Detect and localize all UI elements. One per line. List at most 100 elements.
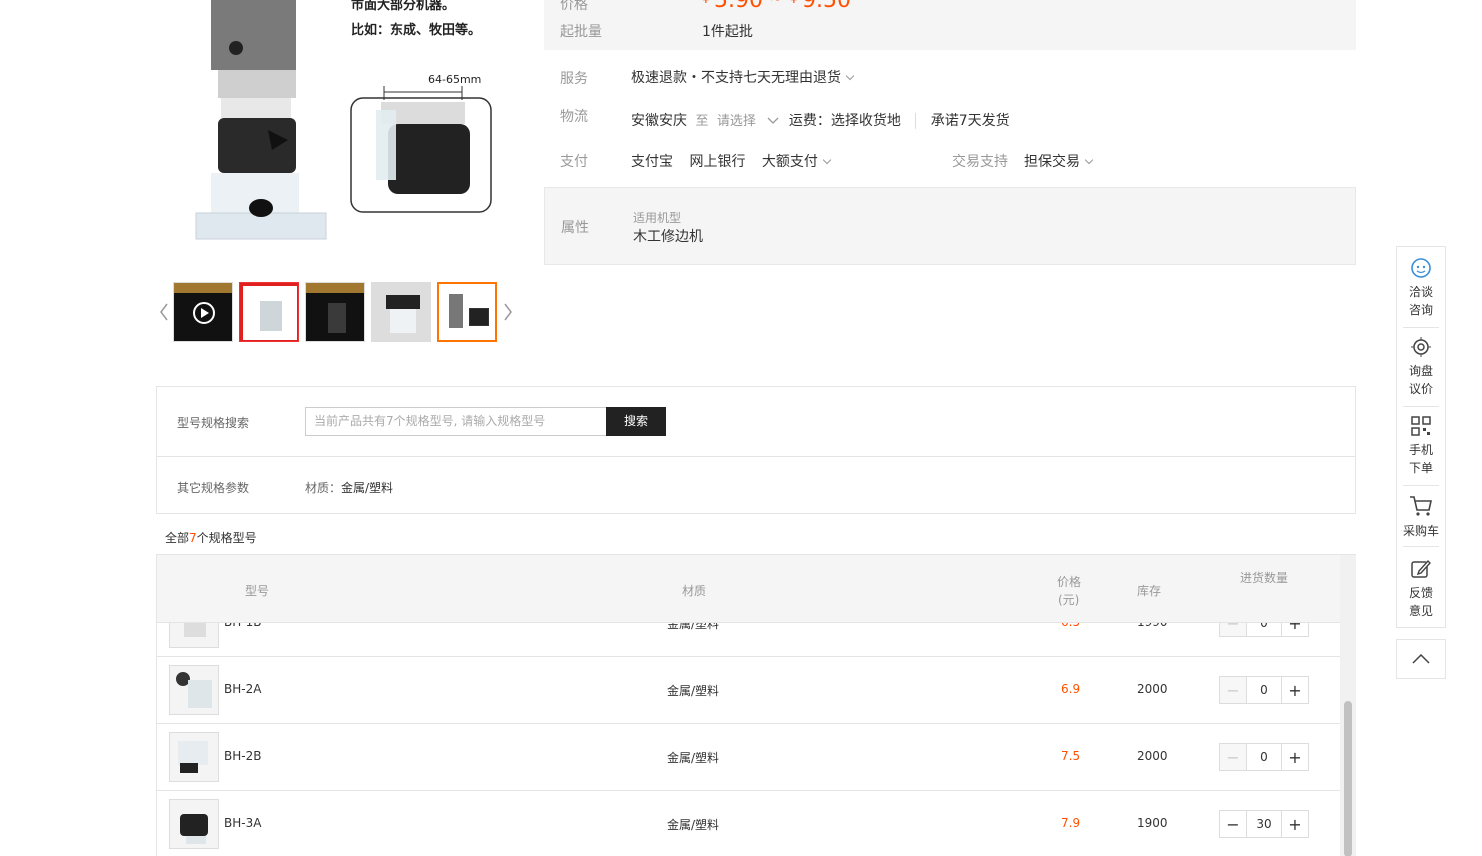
thumbnail-5-active[interactable] <box>437 282 497 342</box>
row-model: BH-2B <box>224 749 262 763</box>
chat-label-1: 洽谈 <box>1408 285 1433 299</box>
other-spec-value[interactable]: 金属/塑料 <box>341 479 393 496</box>
service-dropdown[interactable]: 极速退款・不支持七天无理由退货 <box>631 67 855 87</box>
chat-icon <box>1411 258 1431 278</box>
row-model: BH-2A <box>224 682 262 696</box>
inquiry-label-2: 议价 <box>1408 382 1433 396</box>
product-thumbnail[interactable] <box>169 665 219 715</box>
price-panel: 价格 ¥ 5.90 ~ ¥ 9.50 起批量 1件起批 <box>544 0 1356 50</box>
price-max-currency: ¥ <box>790 0 798 6</box>
chevron-down-icon <box>845 71 855 81</box>
attributes-label: 属性 <box>561 220 589 236</box>
decrease-button[interactable]: − <box>1219 676 1247 704</box>
thumbnail-4[interactable] <box>371 282 431 342</box>
image-caption-line1: 市面大部分机器。 <box>351 0 456 13</box>
back-to-top-button[interactable] <box>1396 639 1446 679</box>
divider <box>157 456 1355 457</box>
thumbnail-video[interactable] <box>173 282 233 342</box>
mobile-label-2: 下单 <box>1408 461 1433 475</box>
moq-label: 起批量 <box>560 24 602 40</box>
row-material: 金属/塑料 <box>667 751 720 765</box>
service-value: 极速退款・不支持七天无理由退货 <box>631 70 841 86</box>
header-price-unit: (元) <box>1058 593 1080 607</box>
spec-count-suffix: 个规格型号 <box>196 531 257 545</box>
thumbnail-next-button[interactable] <box>500 282 516 342</box>
logistics-to: 至 <box>695 114 709 129</box>
payment-methods: 支付宝 网上银行 大额支付 <box>631 151 832 171</box>
divider <box>1403 327 1439 328</box>
chat-label-2: 咨询 <box>1408 303 1433 317</box>
edit-icon <box>1411 559 1431 578</box>
thumbnail-2[interactable] <box>239 282 299 342</box>
row-stock: 1900 <box>1137 816 1168 830</box>
quantity-input[interactable]: 0 <box>1247 676 1281 704</box>
header-price: 价格 <box>1057 575 1082 589</box>
increase-button[interactable]: + <box>1281 810 1309 838</box>
mobile-label-1: 手机 <box>1408 443 1433 457</box>
image-caption-line2: 比如：东成、牧田等。 <box>351 23 482 38</box>
decrease-button[interactable]: − <box>1219 810 1247 838</box>
row-stock: 2000 <box>1137 682 1168 696</box>
feedback-label-1: 反馈 <box>1408 586 1433 600</box>
header-stock: 库存 <box>1137 584 1162 598</box>
logistics-label: 物流 <box>560 109 588 125</box>
header-quantity: 进货数量 <box>1240 571 1289 585</box>
divider <box>1403 546 1439 547</box>
quantity-stepper: − 0 + <box>1219 743 1310 771</box>
table-scrollbar[interactable] <box>1340 555 1356 856</box>
payment-alipay: 支付宝 <box>631 154 673 170</box>
delivery-promise: 承诺7天发货 <box>930 113 1010 129</box>
other-spec-label: 其它规格参数 <box>177 481 250 495</box>
scrollbar-thumb[interactable] <box>1344 701 1352 856</box>
chat-consult-button[interactable]: 洽谈 咨询 <box>1397 257 1445 319</box>
quantity-stepper: − 0 + <box>1219 676 1310 704</box>
target-icon <box>1411 337 1431 357</box>
row-material: 金属/塑料 <box>667 684 720 698</box>
product-thumbnail[interactable] <box>169 732 219 782</box>
increase-button[interactable]: + <box>1281 676 1309 704</box>
mobile-order-button[interactable]: 手机 下单 <box>1397 415 1445 477</box>
shipping-fee: 运费：选择收货地 <box>788 113 901 129</box>
inquiry-button[interactable]: 询盘 议价 <box>1397 336 1445 398</box>
payment-online-bank: 网上银行 <box>689 154 746 170</box>
row-stock: 2000 <box>1137 749 1168 763</box>
row-price: 7.9 <box>1061 816 1081 830</box>
qr-code-icon <box>1411 416 1431 436</box>
main-product-image: 市面大部分机器。 比如：东成、牧田等。 64-65mm <box>156 0 516 266</box>
quantity-input[interactable]: 30 <box>1247 810 1281 838</box>
destination-select[interactable]: 请选择 <box>717 114 756 129</box>
feedback-label-2: 意见 <box>1408 604 1433 618</box>
logistics-origin: 安徽安庆 <box>631 113 687 129</box>
cart-button[interactable]: 采购车 <box>1397 494 1445 540</box>
header-material: 材质 <box>682 584 707 598</box>
moq-value: 1件起批 <box>702 24 753 40</box>
table-row: BH-2B 金属/塑料 7.5 2000 − 0 + <box>157 724 1340 791</box>
attributes-box: 属性 适用机型 木工修边机 <box>544 187 1356 265</box>
spec-table: 型号 材质 价格 (元) 库存 进货数量 BH-1B 金属/塑料 6.5 199… <box>156 554 1356 856</box>
divider <box>1403 485 1439 486</box>
other-spec-key: 材质： <box>305 481 342 495</box>
chevron-down-icon[interactable] <box>766 116 780 126</box>
attribute-key: 适用机型 <box>633 211 682 225</box>
payment-large-dropdown[interactable]: 大额支付 <box>762 154 832 170</box>
spec-search-input[interactable]: 当前产品共有7个规格型号, 请输入规格型号 <box>305 407 607 436</box>
image-dimension-label: 64-65mm <box>428 73 482 86</box>
quantity-input[interactable]: 0 <box>1247 743 1281 771</box>
spec-search-box: 型号规格搜索 当前产品共有7个规格型号, 请输入规格型号 搜索 其它规格参数 材… <box>156 386 1356 514</box>
increase-button[interactable]: + <box>1281 743 1309 771</box>
search-button[interactable]: 搜索 <box>606 407 666 436</box>
chevron-right-icon <box>504 303 512 321</box>
thumbnail-3[interactable] <box>305 282 365 342</box>
price-min: 5.90 <box>714 0 763 13</box>
feedback-button[interactable]: 反馈 意见 <box>1397 558 1445 620</box>
table-row: BH-3A 金属/塑料 7.9 1900 − 30 + <box>157 791 1340 856</box>
spec-count-prefix: 全部 <box>165 531 190 545</box>
product-thumbnail[interactable] <box>169 799 219 849</box>
decrease-button[interactable]: − <box>1219 743 1247 771</box>
chevron-down-icon <box>1084 155 1094 165</box>
thumbnail-prev-button[interactable] <box>156 282 172 342</box>
spec-count-number: 7 <box>189 531 197 545</box>
trade-support-dropdown[interactable]: 担保交易 <box>1024 151 1094 171</box>
trade-support-label: 交易支持 <box>952 154 1008 170</box>
floating-toolbar: 洽谈 咨询 询盘 议价 手机 下单 采购车 反馈 意见 <box>1396 246 1446 628</box>
